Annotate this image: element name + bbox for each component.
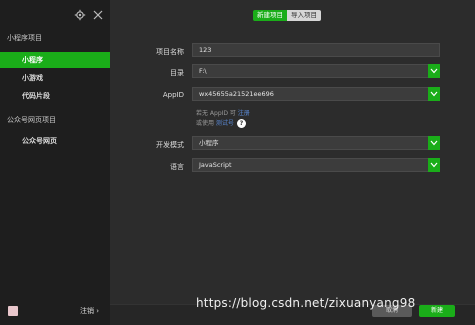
language-value: JavaScript [199, 161, 232, 169]
appid-field[interactable]: wx45655a21521ee696 [192, 87, 440, 101]
dev-mode-value: 小程序 [199, 139, 219, 147]
appid-value: wx45655a21521ee696 [199, 90, 274, 98]
close-icon[interactable] [92, 6, 104, 20]
register-link[interactable]: 注册 [238, 110, 250, 117]
directory-field[interactable]: F:\ [192, 64, 440, 78]
chevron-down-icon [430, 68, 438, 74]
directory-dropdown-button[interactable] [428, 64, 440, 78]
project-tabs: 新建项目 导入项目 [253, 10, 321, 21]
dev-mode-label: 开发模式 [156, 141, 184, 149]
logout-button[interactable]: 注销 › [80, 306, 99, 316]
test-account-link[interactable]: 测试号 [216, 120, 234, 127]
directory-label: 目录 [170, 69, 184, 77]
sidebar-item-code-snippet[interactable]: 代码片段 [0, 88, 110, 104]
language-dropdown-button[interactable] [428, 158, 440, 172]
appid-hint-register: 若无 AppID 可 注册 [196, 110, 250, 117]
section-title-official-account: 公众号网页项目 [7, 116, 56, 124]
window-controls [74, 6, 104, 21]
project-name-input[interactable]: 123 [192, 43, 440, 57]
chevron-down-icon [430, 140, 438, 146]
dev-mode-select[interactable]: 小程序 [192, 136, 440, 150]
sidebar-item-minigame[interactable]: 小游戏 [0, 70, 110, 86]
section-title-miniprogram: 小程序项目 [7, 34, 42, 42]
avatar[interactable] [8, 306, 18, 316]
tab-new-project[interactable]: 新建项目 [253, 10, 287, 21]
chevron-down-icon [430, 162, 438, 168]
sidebar: 小程序项目 小程序 小游戏 代码片段 公众号网页项目 公众号网页 注销 › [0, 0, 110, 325]
appid-dropdown-button[interactable] [428, 87, 440, 101]
directory-value: F:\ [199, 67, 207, 75]
tab-import-project[interactable]: 导入项目 [287, 10, 321, 21]
dev-mode-dropdown-button[interactable] [428, 136, 440, 150]
sidebar-item-miniprogram[interactable]: 小程序 [0, 52, 110, 68]
main-panel: 新建项目 导入项目 项目名称 123 目录 F:\ AppID wx45655a… [110, 0, 475, 325]
watermark: https://blog.csdn.net/zixuanyang98 [196, 296, 416, 310]
appid-label: AppID [162, 91, 184, 99]
gear-icon[interactable] [74, 6, 86, 21]
language-label: 语言 [170, 163, 184, 171]
appid-hint-test: 或使用 测试号? [196, 118, 246, 128]
create-button[interactable]: 新建 [419, 305, 455, 317]
chevron-down-icon [430, 91, 438, 97]
language-select[interactable]: JavaScript [192, 158, 440, 172]
project-name-label: 项目名称 [156, 48, 184, 56]
help-icon[interactable]: ? [236, 119, 246, 128]
sidebar-item-official-account-web[interactable]: 公众号网页 [0, 133, 110, 149]
